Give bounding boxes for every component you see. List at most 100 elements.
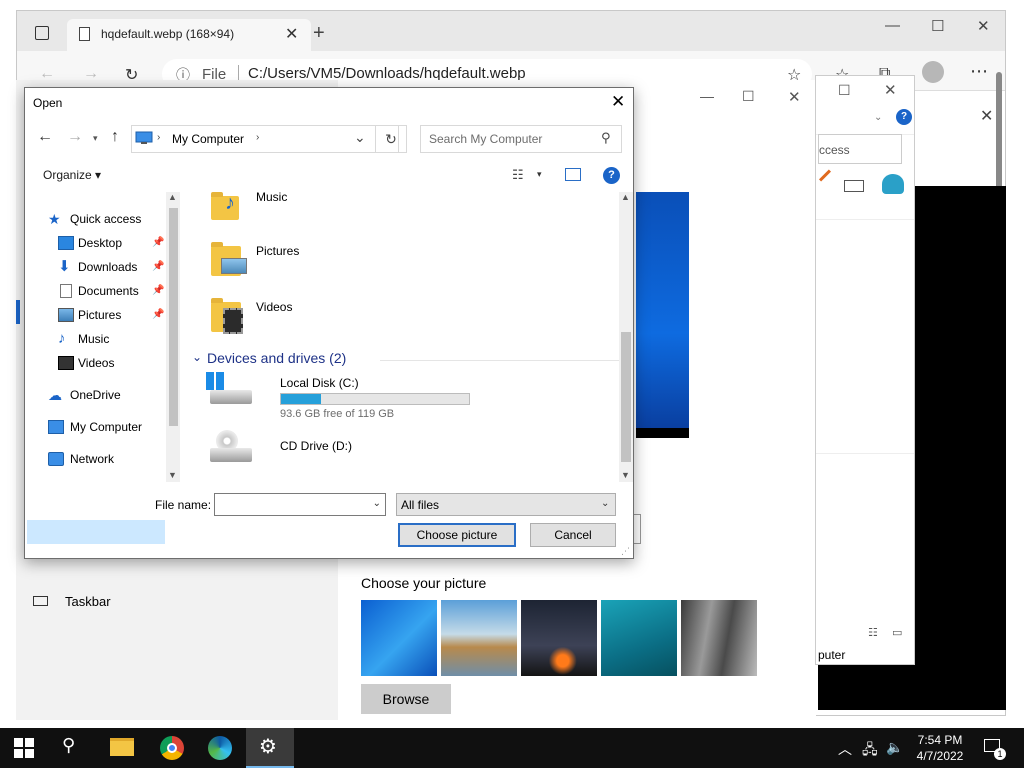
rwin-details-view-icon[interactable]: ☷	[868, 626, 878, 639]
close-window-icon[interactable]: ✕	[977, 17, 990, 35]
clock-time: 7:54 PM	[917, 733, 963, 747]
edge-icon[interactable]	[208, 736, 232, 760]
browse-button[interactable]: Browse	[361, 684, 451, 714]
picture-thumbnail-windows[interactable]	[361, 600, 437, 676]
rwin-help-icon[interactable]: ?	[896, 109, 912, 125]
help-icon[interactable]: ?	[603, 167, 620, 184]
folder-label-music[interactable]: Music	[256, 190, 287, 204]
dialog-close-icon[interactable]: ✕	[611, 92, 625, 112]
file-icon	[79, 27, 90, 41]
panel-close-icon[interactable]: ✕	[980, 106, 993, 126]
preview-pane-icon[interactable]	[565, 168, 581, 181]
rwin-search-partial[interactable]: ccess	[818, 134, 902, 164]
file-type-select[interactable]: All files ⌄	[396, 493, 616, 516]
chevron-right-icon[interactable]: ›	[256, 132, 259, 143]
rwin-close-icon[interactable]: ✕	[884, 81, 897, 99]
folder-label-videos[interactable]: Videos	[256, 300, 292, 314]
pin-icon[interactable]: 📌	[152, 304, 164, 326]
group-collapse-icon[interactable]: ⌄	[192, 350, 202, 364]
refresh-button[interactable]: ↻	[375, 125, 407, 153]
chrome-icon[interactable]	[160, 736, 184, 760]
rwin-large-view-icon[interactable]: ▭	[892, 626, 902, 639]
search-icon: ⚲	[601, 130, 611, 145]
path-dropdown-icon[interactable]: ⌄	[354, 129, 366, 146]
pin-icon[interactable]: 📌	[152, 232, 164, 254]
music-icon: ♪	[225, 192, 235, 214]
nav-scrollbar[interactable]: ▲ ▼	[166, 192, 180, 482]
clock-date: 4/7/2022	[916, 749, 964, 763]
cancel-button[interactable]: Cancel	[530, 523, 616, 547]
group-divider	[380, 360, 630, 361]
organize-menu[interactable]: Organize ▾	[43, 168, 101, 182]
content-scrollbar[interactable]: ▲ ▼	[619, 192, 633, 482]
tab-actions-icon[interactable]	[35, 26, 49, 40]
tray-overflow-icon[interactable]: ︿	[838, 739, 852, 759]
path-bar[interactable]: › My Computer › ⌄	[131, 125, 399, 153]
start-icon[interactable]	[14, 738, 34, 758]
volume-icon[interactable]: 🔈	[886, 739, 903, 756]
file-name-input[interactable]: ⌄	[214, 493, 386, 516]
chevron-right-icon[interactable]: ›	[157, 132, 160, 143]
rwin-card-icon[interactable]	[844, 180, 864, 192]
scroll-down-icon[interactable]: ▼	[621, 470, 630, 480]
drive-label-c[interactable]: Local Disk (C:)	[280, 376, 359, 390]
settings-minimize-icon[interactable]: —	[700, 88, 714, 104]
maximize-icon[interactable]: ☐	[931, 17, 944, 35]
pin-icon[interactable]: 📌	[152, 256, 164, 278]
sidebar-item-taskbar[interactable]: Taskbar	[65, 594, 111, 609]
view-dropdown-icon[interactable]: ▾	[537, 169, 542, 180]
drive-icon	[210, 390, 252, 404]
drive-label-d[interactable]: CD Drive (D:)	[280, 439, 352, 453]
drive-item-c[interactable]	[206, 372, 254, 412]
scroll-up-icon[interactable]: ▲	[621, 192, 630, 202]
chevron-down-icon[interactable]: ⌄	[373, 498, 381, 509]
path-location[interactable]: My Computer	[172, 132, 244, 146]
drive-item-d[interactable]	[206, 430, 254, 470]
scroll-up-icon[interactable]: ▲	[168, 192, 177, 202]
view-options-icon[interactable]: ☷	[512, 167, 524, 183]
rwin-shell-icon[interactable]	[882, 174, 904, 194]
pin-icon[interactable]: 📌	[152, 280, 164, 302]
picture-thumbnail-beach[interactable]	[441, 600, 517, 676]
network-tray-icon[interactable]: 🖧	[862, 739, 878, 763]
search-input[interactable]: Search My Computer ⚲	[420, 125, 622, 153]
content-scroll-thumb[interactable]	[621, 332, 631, 462]
folder-item-pictures[interactable]	[211, 240, 251, 280]
close-tab-icon[interactable]: ✕	[285, 24, 298, 44]
nav-scroll-thumb[interactable]	[169, 208, 178, 426]
picture-thumbnail-night[interactable]	[521, 600, 597, 676]
rwin-expand-icon[interactable]: ⌄	[874, 112, 882, 123]
recent-locations-icon[interactable]: ▾	[93, 133, 98, 144]
minimize-icon[interactable]: —	[885, 17, 900, 34]
music-icon: ♪	[58, 330, 66, 347]
dialog-title: Open	[33, 96, 63, 110]
resize-grip-icon[interactable]: ⋰	[621, 546, 630, 557]
file-explorer-icon[interactable]	[110, 738, 134, 756]
forward-icon[interactable]: →	[67, 128, 83, 146]
picture-thumbnail-rock[interactable]	[681, 600, 757, 676]
browser-tab[interactable]: hqdefault.webp (168×94) ✕	[67, 19, 311, 51]
picture-thumbnail-underwater[interactable]	[601, 600, 677, 676]
more-menu-icon[interactable]: ⋯	[970, 61, 988, 82]
profile-avatar[interactable]	[922, 61, 944, 83]
new-tab-button[interactable]: +	[313, 22, 325, 45]
choose-picture-button[interactable]: Choose picture	[398, 523, 516, 547]
disk-usage-bar	[280, 393, 470, 405]
windows-logo-icon	[206, 372, 224, 390]
folder-item-music[interactable]: ♪	[211, 192, 251, 224]
folder-item-videos[interactable]	[211, 296, 251, 336]
devices-group-header[interactable]: Devices and drives (2)	[207, 350, 346, 366]
settings-close-icon[interactable]: ✕	[788, 88, 801, 106]
rwin-maximize-icon[interactable]: ☐	[838, 82, 851, 99]
scroll-down-icon[interactable]: ▼	[168, 470, 177, 480]
folder-label-pictures[interactable]: Pictures	[256, 244, 299, 258]
notification-badge: 1	[994, 748, 1006, 760]
system-clock[interactable]: 7:54 PM 4/7/2022	[910, 732, 970, 764]
up-folder-icon[interactable]: ↑	[111, 128, 119, 146]
settings-app-button[interactable]: ⚙	[246, 728, 294, 768]
pen-icon[interactable]	[818, 169, 832, 182]
settings-maximize-icon[interactable]: ☐	[742, 88, 755, 105]
back-icon[interactable]: ←	[37, 128, 53, 146]
chevron-down-icon[interactable]: ⌄	[601, 498, 609, 509]
search-icon[interactable]: ⚲	[62, 735, 86, 759]
